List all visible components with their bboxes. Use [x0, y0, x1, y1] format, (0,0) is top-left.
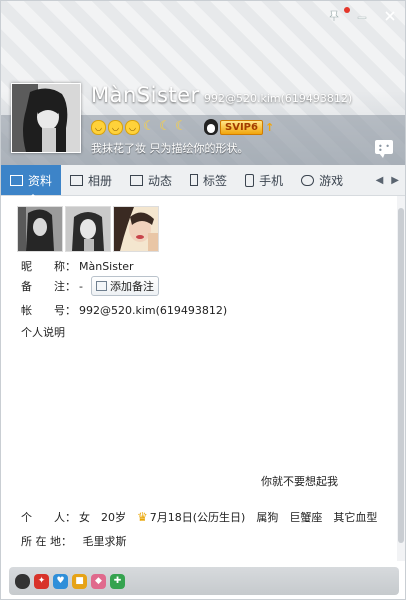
location-value: 毛里求斯 [82, 535, 127, 548]
tab-scroll-controls: ◀ ▶ [376, 175, 405, 186]
pink-diamond-icon[interactable]: ◆ [91, 573, 106, 589]
vip-upgrade-arrow: ↑ [264, 120, 275, 134]
moon-badge-icon: ☾ [143, 119, 155, 134]
location-row: 所 在 地： 毛里求斯 [21, 533, 127, 549]
pin-icon[interactable] [327, 9, 341, 23]
remark-row: 备 注： - 添加备注 [21, 276, 159, 296]
nickname-label: 昵 称： [21, 260, 76, 273]
tab-profile[interactable]: 资料 [1, 165, 62, 195]
tab-label: 手机 [259, 173, 284, 188]
moon-badge-icon: ☾ [159, 119, 171, 134]
location-label: 所 在 地： [21, 535, 72, 548]
profile-card-icon [10, 174, 23, 186]
edit-note-icon [95, 281, 107, 291]
scrollbar-thumb[interactable] [398, 208, 404, 543]
personal-label: 个 人： [21, 511, 76, 524]
profile-content: 昵 称： MànSister 备 注： - 添加备注 帐 号： 992@520.… [1, 196, 397, 561]
photo-thumbnail[interactable] [17, 206, 63, 252]
tab-label: 游戏 [319, 173, 344, 188]
tab-album[interactable]: 相册 [61, 165, 121, 195]
profile-name: MànSister [91, 83, 200, 107]
birthday-value: 7月18日(公历生日) [149, 511, 246, 524]
intro-text: 你就不要想起我 [261, 475, 338, 488]
red-badge-icon[interactable]: ✦ [34, 573, 49, 589]
profile-header: MànSister 992@520.kim(619493812) ◡ ◡ ◡ ☾… [1, 1, 405, 165]
tab-bar: 资料 相册 动态 标签 手机 游戏 ◀ ▶ [1, 165, 405, 196]
yellow-gift-icon[interactable]: ■ [72, 573, 87, 589]
svip-label: SVIP6 [220, 119, 263, 135]
tab-phone[interactable]: 手机 [236, 165, 292, 195]
svip-badge[interactable]: SVIP6 ↑ [204, 119, 274, 135]
crown-icon: ♛ [137, 510, 148, 524]
phone-icon [245, 173, 255, 187]
intro-label: 个人说明 [21, 326, 65, 339]
service-icons-bar: ✦ ♥ ■ ◆ ✚ [9, 567, 399, 595]
level-badges[interactable]: ◡ ◡ ◡ ☾ ☾ ☾ SVIP6 ↑ [91, 119, 274, 135]
nickname-value: MànSister [79, 259, 134, 273]
feed-list-icon [130, 174, 144, 186]
signature-text: 我抹花了妆 只为描绘你的形状。 [91, 142, 249, 155]
add-remark-label: 添加备注 [109, 280, 154, 293]
qq-penguin-icon [204, 119, 218, 135]
avatar[interactable] [11, 83, 81, 153]
tab-label: 资料 [28, 173, 53, 188]
age-value: 20岁 [101, 511, 126, 524]
window-controls [327, 9, 397, 23]
tab-prev-icon[interactable]: ◀ [376, 175, 384, 186]
tab-label: 标签 [203, 173, 228, 188]
tab-next-icon[interactable]: ▶ [391, 175, 399, 186]
photo-strip [17, 206, 159, 252]
minimize-icon[interactable] [355, 9, 369, 23]
close-icon[interactable] [383, 9, 397, 23]
tab-feed[interactable]: 动态 [121, 165, 181, 195]
personal-row: 个 人： 女 20岁 ♛ 7月18日(公历生日) 属狗 巨蟹座 其它血型 [21, 509, 388, 525]
account-label: 帐 号： [21, 304, 76, 317]
tab-tags[interactable]: 标签 [181, 165, 236, 195]
sun-badge-icon: ◡ [125, 119, 140, 135]
qq-penguin-icon[interactable] [15, 573, 30, 589]
moon-badge-icon: ☾ [175, 119, 187, 134]
add-remark-button[interactable]: 添加备注 [90, 276, 159, 296]
tab-label: 相册 [88, 173, 113, 188]
tab-label: 动态 [148, 173, 173, 188]
zodiac-value: 属狗 [256, 511, 279, 524]
vertical-scrollbar[interactable] [397, 196, 405, 561]
photo-album-icon [70, 174, 84, 186]
chat-bubble-icon[interactable]: • • • [375, 140, 393, 158]
remark-value: - [79, 279, 83, 293]
green-badge-icon[interactable]: ✚ [110, 573, 125, 589]
remark-label: 备 注： [21, 280, 76, 293]
photo-thumbnail[interactable] [65, 206, 111, 252]
blood-type-value: 其它血型 [333, 511, 378, 524]
profile-window: MànSister 992@520.kim(619493812) ◡ ◡ ◡ ☾… [0, 0, 406, 600]
blue-heart-icon[interactable]: ♥ [53, 573, 68, 589]
tab-games[interactable]: 游戏 [292, 165, 352, 195]
photo-thumbnail[interactable] [113, 206, 159, 252]
profile-account-header: 992@520.kim(619493812) [204, 92, 353, 105]
gender-value: 女 [79, 511, 90, 524]
account-row: 帐 号： 992@520.kim(619493812) [21, 302, 227, 318]
account-value: 992@520.kim(619493812) [79, 303, 228, 317]
sun-badge-icon: ◡ [91, 119, 106, 135]
sun-badge-icon: ◡ [108, 119, 123, 135]
bookmark-icon [190, 174, 199, 186]
nickname-row: 昵 称： MànSister [21, 258, 134, 274]
constellation-value: 巨蟹座 [289, 511, 323, 524]
game-icon [301, 174, 315, 186]
